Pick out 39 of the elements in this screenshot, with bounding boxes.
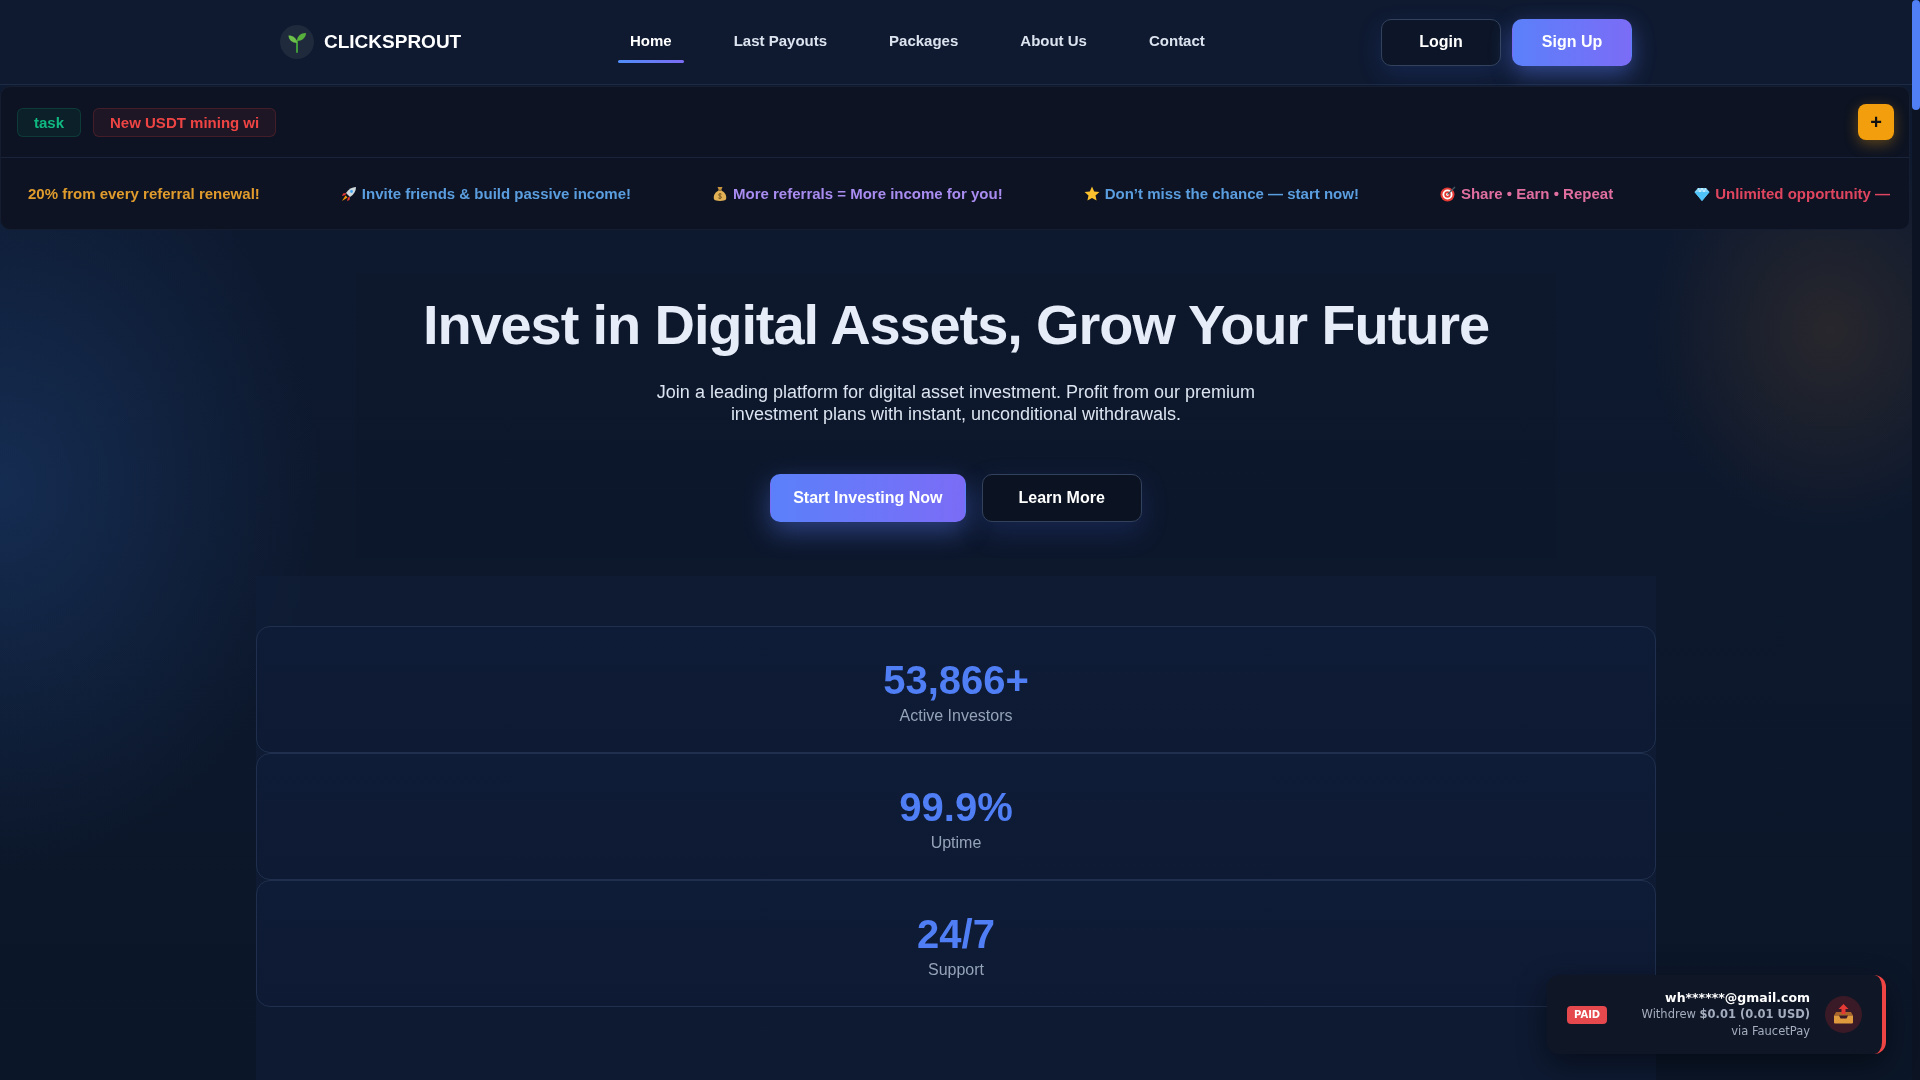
stat-value: 24/7: [917, 911, 995, 958]
login-button[interactable]: Login: [1381, 18, 1501, 66]
stat-label: Uptime: [930, 833, 982, 852]
hero-title: Invest in Digital Assets, Grow Your Future: [423, 292, 1489, 358]
stat-value: 99.9%: [899, 784, 1013, 831]
withdrawal-text: Withdrew $0.01 (0.01 USD): [1641, 1006, 1810, 1023]
nav-link[interactable]: Packages: [877, 20, 971, 64]
nav-link[interactable]: Home: [618, 20, 684, 64]
stat-label: Active Investors: [899, 706, 1013, 725]
learn-more-button[interactable]: Learn More: [981, 474, 1142, 522]
ticker-message: Invite friends & build passive income!: [361, 185, 632, 202]
announcement-tag[interactable]: New USDT mining wi: [93, 107, 277, 137]
add-button[interactable]: +: [1858, 104, 1894, 140]
payment-method-text: via FaucetPay: [1731, 1023, 1810, 1040]
ticker-message: Share • Earn • Repeat: [1460, 185, 1614, 202]
stat-label: Support: [927, 960, 984, 979]
scrollbar-thumb[interactable]: [1912, 0, 1920, 110]
money-bag-icon: [712, 185, 729, 202]
sign-up-button[interactable]: Sign Up: [1512, 18, 1632, 66]
notification-email: wh******@gmail.com: [1665, 989, 1810, 1006]
nav-link[interactable]: Last Payouts: [721, 20, 840, 64]
star-icon: [1083, 185, 1100, 202]
ticker-message: 20% from every referral renewal!: [28, 185, 260, 202]
gem-icon: [1694, 185, 1711, 202]
announcement-tag[interactable]: task: [17, 107, 82, 137]
sprout-icon: [280, 25, 314, 59]
ticker-message: More referrals = More income for you!: [733, 185, 1003, 202]
target-icon: [1439, 185, 1456, 202]
ticker-message: Don’t miss the chance — start now!: [1104, 185, 1359, 202]
nav-link[interactable]: About Us: [1008, 20, 1099, 64]
nav-link[interactable]: Contact: [1136, 20, 1217, 64]
start-investing-button[interactable]: Start Investing Now: [770, 474, 966, 522]
ticker-message: Unlimited opportunity —: [1715, 185, 1891, 202]
stat-value: 53,866+: [883, 657, 1029, 704]
hero-subtitle: Join a leading platform for digital asset investment. Profit from our premium investment plans with instant, unconditional withdrawals.: [655, 382, 1257, 425]
outbox-tray-icon: [1825, 996, 1862, 1033]
paid-label: PAID: [1567, 1005, 1608, 1024]
rocket-icon: [340, 185, 357, 202]
logo-text: CLICKSPROUT: [324, 31, 462, 53]
